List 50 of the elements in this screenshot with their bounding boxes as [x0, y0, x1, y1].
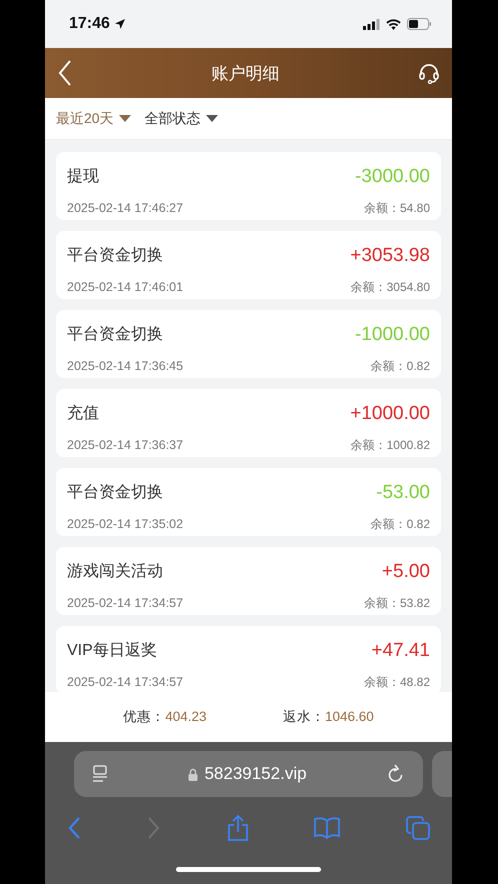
book-icon[interactable] — [314, 817, 340, 839]
transaction-title: 平台资金切换 — [67, 246, 164, 266]
transaction-time: 2025-02-14 17:35:02 — [67, 517, 184, 531]
headset-icon[interactable] — [418, 62, 440, 84]
lock-icon — [188, 768, 198, 780]
tabs-icon[interactable] — [406, 816, 430, 840]
transaction-amount: -53.00 — [376, 482, 430, 504]
balance-text: 余额：0.82 — [370, 516, 430, 532]
balance-text: 余额：1000.82 — [350, 436, 430, 454]
transaction-amount: -1000.00 — [354, 324, 430, 346]
filter-dropdown[interactable]: 全部状态 — [144, 110, 218, 128]
balance-text: 余额：3054.80 — [350, 278, 430, 296]
clock-time: 17:46 — [69, 15, 110, 33]
balance-text: 余额：54.80 — [364, 200, 430, 216]
transaction-amount: +5.00 — [382, 560, 430, 582]
back-button[interactable] — [57, 59, 73, 87]
battery-icon — [407, 18, 432, 30]
forward-icon[interactable] — [146, 816, 161, 840]
transaction-title: 平台资金切换 — [67, 482, 164, 503]
transaction-title: 游戏闯关活动 — [67, 562, 164, 582]
transaction-amount: -3000.00 — [354, 166, 430, 188]
reader-icon[interactable] — [92, 765, 108, 783]
location-arrow-icon — [114, 18, 126, 30]
share-icon[interactable] — [226, 815, 248, 841]
transaction-time: 2025-02-14 17:36:45 — [67, 359, 184, 373]
transaction-amount: +1000.00 — [350, 402, 430, 424]
transaction-time: 2025-02-14 17:34:57 — [67, 675, 184, 689]
transaction-time: 2025-02-14 17:36:37 — [67, 438, 184, 452]
reload-icon[interactable] — [387, 764, 405, 784]
transaction-title: VIP每日返奖 — [67, 640, 158, 661]
balance-text: 余额：0.82 — [370, 358, 430, 374]
summary-text: 优惠：404.23 — [123, 708, 207, 726]
url-text: 58239152.vip — [204, 764, 307, 784]
balance-text: 余额：53.82 — [364, 594, 430, 612]
transaction-time: 2025-02-14 17:46:01 — [67, 280, 184, 294]
transaction-title: 平台资金切换 — [67, 324, 164, 345]
signal-icon — [363, 18, 380, 30]
balance-text: 余额：48.82 — [364, 674, 430, 690]
transaction-title: 充值 — [67, 404, 100, 424]
transaction-amount: +47.41 — [371, 640, 430, 662]
wifi-icon — [386, 18, 401, 30]
back-icon[interactable] — [67, 816, 81, 840]
transaction-time: 2025-02-14 17:34:57 — [67, 596, 184, 610]
transaction-time: 2025-02-14 17:46:27 — [67, 201, 184, 215]
address-bar[interactable]: 58239152.vip — [74, 751, 423, 797]
page-title: 账户明细 — [212, 62, 280, 84]
summary-text: 返水：1046.60 — [282, 708, 374, 726]
transaction-title: 提现 — [67, 167, 100, 187]
filter-dropdown[interactable]: 最近20天 — [56, 110, 131, 128]
transaction-amount: +3053.98 — [350, 244, 430, 266]
